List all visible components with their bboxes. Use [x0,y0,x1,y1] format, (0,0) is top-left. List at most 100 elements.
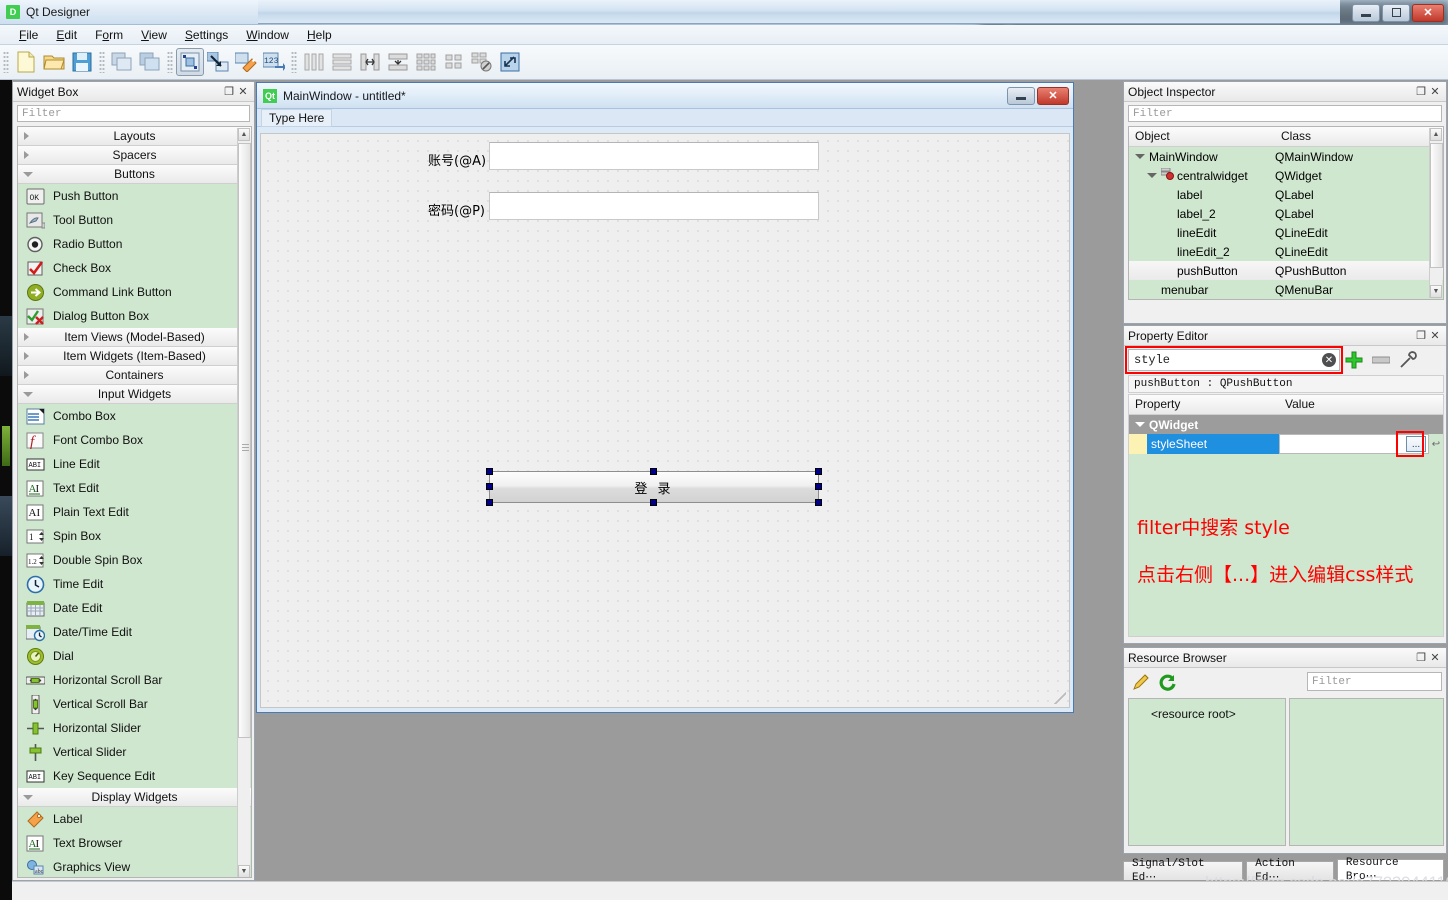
configure-icon[interactable] [1394,349,1422,371]
widget-item-horizontal-slider[interactable]: Horizontal Slider [18,716,251,740]
object-inspector-filter-input[interactable]: Filter [1128,105,1442,122]
form-canvas[interactable]: 账号(@A) 密码(@P) 登 录 [260,133,1070,708]
form-resize-grip[interactable] [1054,692,1066,704]
maximize-button[interactable] [1382,3,1410,22]
widget-category-layouts[interactable]: Layouts [18,127,251,146]
widget-item-line-edit[interactable]: ABI Line Edit [18,452,251,476]
object-inspector-tree[interactable]: Object Class MainWindow QMainWindow cent… [1128,126,1444,300]
float-icon[interactable]: ❐ [1414,85,1428,99]
table-row-selected[interactable]: pushButton QPushButton [1129,261,1443,280]
menu-file[interactable]: File [10,26,47,44]
form-lineedit-account[interactable] [489,142,819,170]
widget-item-horizontal-scroll-bar[interactable]: Horizontal Scroll Bar [18,668,251,692]
widget-item-dial[interactable]: Dial [18,644,251,668]
float-icon[interactable]: ❐ [1414,329,1428,343]
widget-category-containers[interactable]: Containers [18,366,251,385]
widget-category-item-widgets[interactable]: Item Widgets (Item-Based) [18,347,251,366]
resize-handle-top-right[interactable] [815,468,822,475]
menu-settings[interactable]: Settings [176,26,237,44]
menu-view[interactable]: View [132,26,176,44]
layout-grid-icon[interactable] [412,48,440,76]
widget-item-text-browser[interactable]: AI Text Browser [18,831,251,855]
scroll-down-icon[interactable]: ▼ [1430,285,1442,298]
resize-handle-bottom-left[interactable] [486,499,493,506]
edit-widgets-icon[interactable] [176,48,204,76]
revert-property-icon[interactable]: ↩ [1429,434,1443,454]
widget-item-label[interactable]: Label [18,807,251,831]
widget-category-buttons[interactable]: Buttons [18,165,251,184]
widget-item-check-box[interactable]: Check Box [18,256,251,280]
layout-vertically-icon[interactable] [328,48,356,76]
scroll-thumb[interactable] [238,143,251,738]
table-row[interactable]: label QLabel [1129,185,1443,204]
edit-resources-icon[interactable] [1128,671,1154,693]
resource-tree-panel[interactable]: <resource root> [1128,698,1286,846]
close-button[interactable]: ✕ [1412,3,1444,22]
expander-icon[interactable] [1147,173,1157,178]
edit-tab-order-icon[interactable]: 123 [260,48,288,76]
toolbar-grip-3[interactable] [167,51,173,73]
resource-root-item[interactable]: <resource root> [1129,699,1285,721]
widget-box-scrollbar[interactable]: ▲ ▼ [237,128,251,877]
widget-item-tool-button[interactable]: Tool Button [18,208,251,232]
form-minimize-button[interactable] [1007,86,1035,105]
widget-item-combo-box[interactable]: Combo Box [18,404,251,428]
break-layout-icon[interactable] [468,48,496,76]
table-row[interactable]: statusbar QStatusBar [1129,299,1443,300]
save-form-icon[interactable] [68,48,96,76]
scroll-down-icon[interactable]: ▼ [238,865,250,877]
widget-item-key-sequence-edit[interactable]: ABI Key Sequence Edit [18,764,251,788]
table-row[interactable]: lineEdit_2 QLineEdit [1129,242,1443,261]
resize-handle-middle-right[interactable] [815,483,822,490]
widget-item-spin-box[interactable]: 1 Spin Box [18,524,251,548]
toolbar-grip-1[interactable] [3,51,9,73]
open-form-icon[interactable] [40,48,68,76]
scroll-up-icon[interactable]: ▲ [238,128,250,141]
resource-list-panel[interactable] [1289,698,1444,846]
table-row[interactable]: label_2 QLabel [1129,204,1443,223]
layout-splitter-vertical-icon[interactable] [384,48,412,76]
widget-item-text-edit[interactable]: AI Text Edit [18,476,251,500]
adjust-size-icon[interactable] [496,48,524,76]
layout-form-icon[interactable] [440,48,468,76]
widget-item-font-combo-box[interactable]: f Font Combo Box [18,428,251,452]
widget-item-date-edit[interactable]: Date Edit [18,596,251,620]
widget-item-date-time-edit[interactable]: Date/Time Edit [18,620,251,644]
widget-box-filter-input[interactable]: Filter [17,105,250,122]
widget-category-spacers[interactable]: Spacers [18,146,251,165]
table-row[interactable]: MainWindow QMainWindow [1129,147,1443,166]
redo-icon[interactable] [136,48,164,76]
menu-edit[interactable]: Edit [47,26,86,44]
property-row-stylesheet[interactable]: styleSheet ... ↩ [1129,431,1443,457]
clear-filter-icon[interactable]: ✕ [1322,353,1336,367]
widget-item-push-button[interactable]: OK Push Button [18,184,251,208]
reload-icon[interactable] [1154,671,1180,693]
resize-handle-middle-left[interactable] [486,483,493,490]
widget-item-command-link-button[interactable]: Command Link Button [18,280,251,304]
layout-horizontally-icon[interactable] [300,48,328,76]
close-icon[interactable]: ✕ [1428,329,1442,343]
widget-item-dialog-button-box[interactable]: Dialog Button Box [18,304,251,328]
form-lineedit-password[interactable] [489,192,819,220]
table-row[interactable]: menubar QMenuBar [1129,280,1443,299]
property-editor-table[interactable]: Property Value QWidget styleSheet ... ↩ … [1128,394,1444,637]
close-icon[interactable]: ✕ [1428,651,1442,665]
remove-property-icon[interactable] [1368,349,1394,371]
scroll-up-icon[interactable]: ▲ [1430,128,1442,141]
expander-icon[interactable] [1135,154,1145,159]
form-label-account[interactable]: 账号(@A) [428,150,486,169]
type-here-menu-placeholder[interactable]: Type Here [261,108,333,127]
form-close-button[interactable]: ✕ [1037,86,1069,105]
resize-handle-bottom-right[interactable] [815,499,822,506]
widget-item-vertical-slider[interactable]: Vertical Slider [18,740,251,764]
layout-splitter-horizontal-icon[interactable] [356,48,384,76]
widget-item-plain-text-edit[interactable]: AI Plain Text Edit [18,500,251,524]
widget-category-input-widgets[interactable]: Input Widgets [18,385,251,404]
minimize-button[interactable] [1352,3,1380,22]
edit-buddies-icon[interactable] [232,48,260,76]
toolbar-grip-2[interactable] [99,51,105,73]
expander-icon[interactable] [1135,422,1145,427]
table-row[interactable]: lineEdit QLineEdit [1129,223,1443,242]
new-form-icon[interactable] [12,48,40,76]
widget-item-vertical-scroll-bar[interactable]: Vertical Scroll Bar [18,692,251,716]
